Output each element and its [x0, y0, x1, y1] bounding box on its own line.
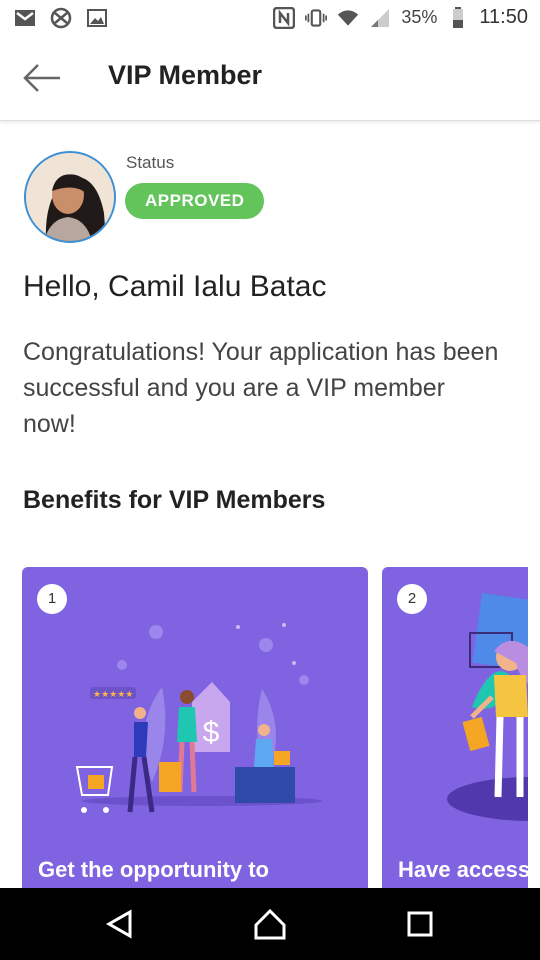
vpn-icon: [50, 7, 72, 29]
benefits-carousel[interactable]: 1 $ ★★★★★ Get the opportunity to 2 Have …: [0, 567, 528, 888]
status-label: Status: [126, 153, 175, 172]
shopping-illustration: $ ★★★★★: [75, 623, 322, 813]
gallery-icon: [86, 7, 108, 29]
signal-icon: [369, 7, 391, 29]
back-triangle-icon: [105, 909, 132, 939]
avatar: [24, 151, 116, 243]
home-icon: [254, 908, 286, 940]
benefit-card-1[interactable]: 1 $ ★★★★★ Get the opportunity to: [22, 567, 368, 888]
benefit-card-2[interactable]: 2 Have access: [382, 567, 528, 888]
benefits-heading: Benefits for VIP Members: [23, 486, 326, 514]
status-bar: 35% 11:50: [0, 0, 540, 36]
clock: 11:50: [479, 6, 528, 28]
svg-text:$: $: [203, 716, 220, 749]
app-bar: VIP Member: [0, 36, 540, 121]
system-nav-bar: [0, 888, 540, 960]
nav-recents-button[interactable]: [400, 906, 440, 942]
success-message: Congratulations! Your application has be…: [23, 338, 499, 438]
back-button[interactable]: [22, 60, 62, 96]
card-title: Have access: [398, 857, 528, 882]
nfc-icon: [273, 6, 296, 29]
svg-text:★★★★★: ★★★★★: [93, 690, 133, 700]
nav-home-button[interactable]: [250, 906, 290, 942]
status-badge: APPROVED: [125, 183, 265, 219]
page-title: VIP Member: [108, 60, 263, 90]
greeting-text: Hello, Camil Ialu Batac: [23, 270, 327, 303]
battery-icon: [447, 6, 469, 29]
gmail-icon: [14, 7, 36, 29]
vibrate-icon: [305, 7, 328, 29]
wifi-icon: [337, 7, 359, 29]
arrow-left-icon: [23, 64, 60, 92]
battery-percent: 35%: [401, 7, 438, 27]
card-title: Get the opportunity to: [38, 857, 269, 882]
recents-icon: [407, 911, 433, 937]
nav-back-button[interactable]: [100, 906, 140, 942]
shopper-illustration: [447, 593, 528, 821]
